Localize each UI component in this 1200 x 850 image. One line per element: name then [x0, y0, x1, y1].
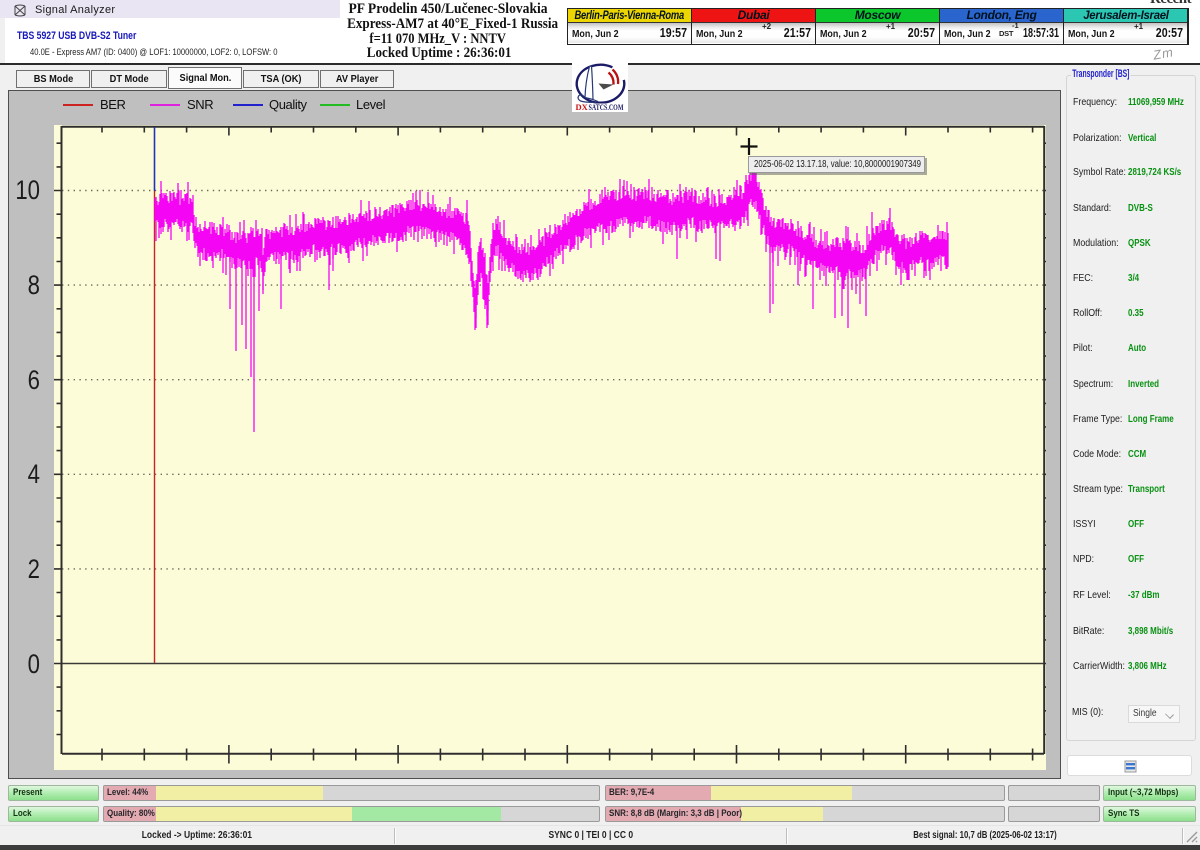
svg-text:DX: DX: [576, 102, 589, 112]
svg-text:SATCS.COM: SATCS.COM: [589, 102, 624, 112]
